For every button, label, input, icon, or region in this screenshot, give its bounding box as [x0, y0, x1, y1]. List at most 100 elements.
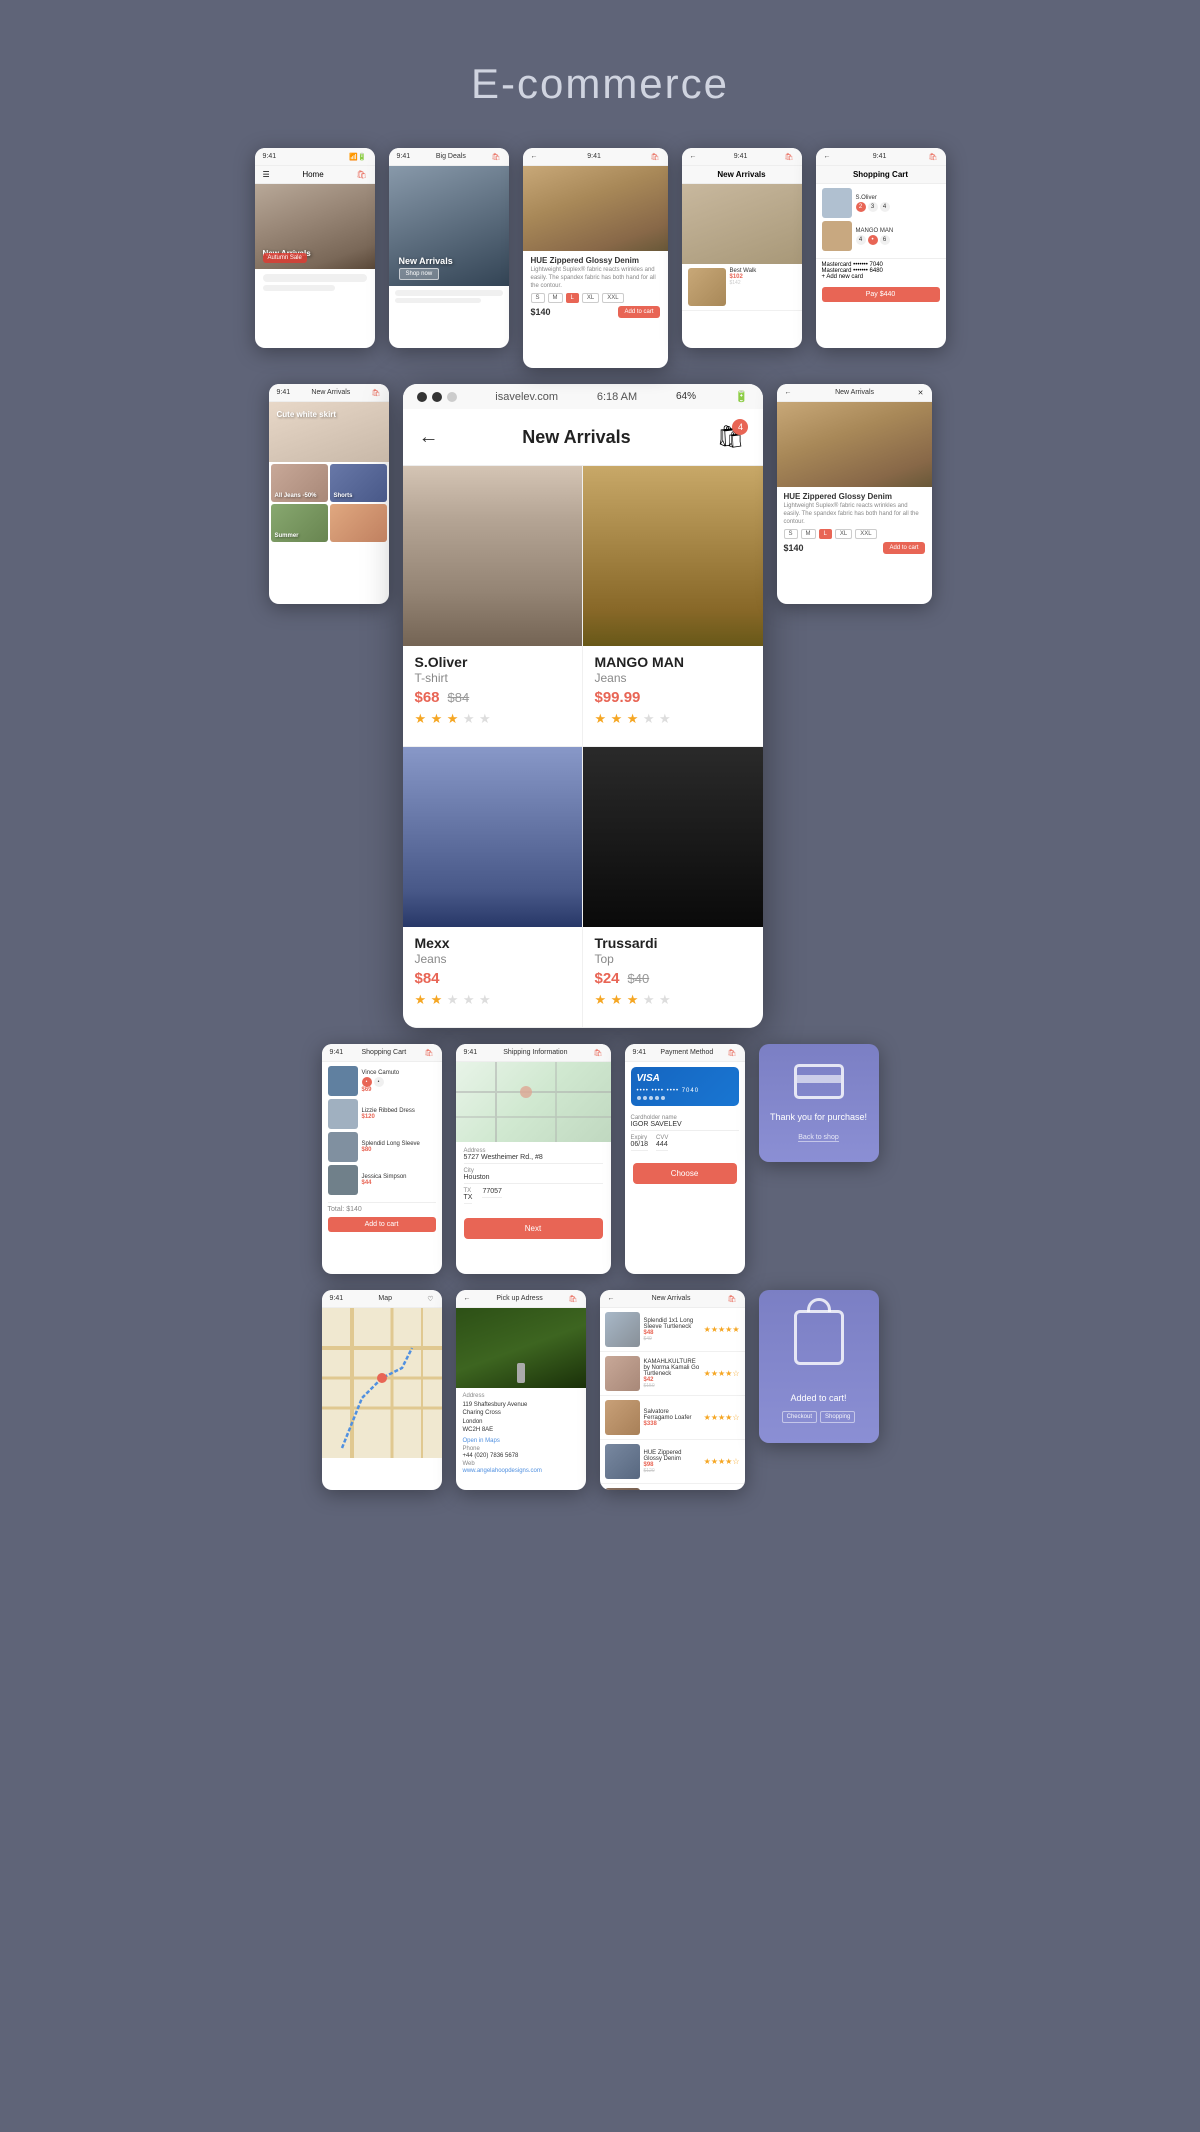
- star-4-4: ★: [643, 992, 655, 1007]
- zip-value[interactable]: 77057: [482, 1188, 501, 1198]
- category-grid: All Jeans -50% Shorts Summer: [269, 462, 389, 544]
- list-item-3[interactable]: Salvatore Ferragamo Loafer $338 ★★★★☆: [600, 1396, 745, 1440]
- bigdeals-content: [389, 286, 509, 307]
- back-4[interactable]: ←: [690, 153, 697, 160]
- cardholder-value[interactable]: IGOR SAVELEV: [631, 1121, 739, 1131]
- back-to-shop-btn[interactable]: Back to shop: [798, 1134, 838, 1142]
- cvv-value[interactable]: 444: [656, 1141, 668, 1151]
- qty-c2[interactable]: •: [374, 1077, 384, 1087]
- checkout-cart-btn[interactable]: Add to cart: [328, 1217, 436, 1232]
- product-cell-1[interactable]: S.Oliver T-shirt $68 $84 ★ ★ ★ ★ ★: [403, 466, 583, 747]
- next-btn[interactable]: Next: [464, 1218, 603, 1239]
- list-item-4[interactable]: HUE Zippered Glossy Denim $98 $120 ★★★★☆: [600, 1440, 745, 1484]
- back-7[interactable]: ←: [785, 389, 792, 396]
- map-heart-icon[interactable]: ♡: [427, 1295, 433, 1303]
- hue-add-cart-btn[interactable]: Add to cart: [883, 542, 924, 554]
- cart-icon-10[interactable]: 🛍: [728, 1049, 737, 1057]
- list-name-3: Salvatore Ferragamo Loafer: [644, 1409, 700, 1421]
- hue-size-s[interactable]: S: [784, 529, 798, 539]
- qty-circle-3[interactable]: 4: [880, 202, 890, 212]
- product-cell-4[interactable]: Trussardi Top $24 $40 ★ ★ ★ ★ ★: [583, 747, 763, 1028]
- size-xl[interactable]: XL: [582, 293, 599, 303]
- checkout-added-btn[interactable]: Checkout: [782, 1411, 817, 1423]
- cat-jeans[interactable]: All Jeans -50%: [271, 464, 328, 502]
- qty-row-l1: • •: [362, 1077, 400, 1087]
- list-item-2[interactable]: KAMAHLKULTURE by Norma Kamali Go Turtlen…: [600, 1352, 745, 1396]
- close-icon-7[interactable]: ✕: [918, 389, 924, 397]
- city-value[interactable]: Houston: [464, 1174, 603, 1184]
- total-value: $140: [346, 1206, 362, 1213]
- cat-other[interactable]: [330, 504, 387, 542]
- qty-row-1: 2 3 4: [856, 202, 890, 212]
- cat-summer[interactable]: Summer: [271, 504, 328, 542]
- cart-icon-5[interactable]: 🛍: [929, 153, 938, 161]
- qty-circle-2[interactable]: 3: [868, 202, 878, 212]
- back-5[interactable]: ←: [824, 153, 831, 160]
- product-best-walk[interactable]: Best Walk $102 $142: [682, 264, 802, 311]
- cart-item-1[interactable]: S.Oliver 2 3 4: [822, 188, 940, 218]
- page-title: E-commerce: [471, 60, 729, 108]
- hue-size-m[interactable]: M: [801, 529, 816, 539]
- cart-icon-4[interactable]: 🛍: [785, 153, 794, 161]
- cart-icon-12[interactable]: 🛍: [569, 1295, 578, 1303]
- back-arrow-large[interactable]: ←: [419, 426, 439, 449]
- cart-list-item-3[interactable]: Splendid Long Sleeve $80: [328, 1132, 436, 1162]
- hamburger-icon[interactable]: ☰: [263, 170, 270, 179]
- row-1: 9:41 📶🔋 ☰ Home 🛍 New Arrivals Autumn Sal…: [255, 148, 946, 368]
- qty-circle-6[interactable]: 6: [880, 235, 890, 245]
- pickup-web-value[interactable]: www.angelahoopdesigns.com: [463, 1468, 579, 1474]
- payment-form: Cardholder name IGOR SAVELEV Expiry 06/1…: [625, 1111, 745, 1159]
- cart-icon-8[interactable]: 🛍: [425, 1049, 434, 1057]
- back-13[interactable]: ←: [608, 1295, 615, 1302]
- visa-logo: VISA: [637, 1073, 733, 1084]
- cart-action-row: Checkout Shopping: [782, 1411, 856, 1423]
- hue-size-xl[interactable]: XL: [835, 529, 852, 539]
- cart-list-item-1[interactable]: Vince Camuto • • $69: [328, 1066, 436, 1096]
- cart-item-2[interactable]: MANGO MAN 4 • 6: [822, 221, 940, 251]
- address-value[interactable]: 5727 Westheimer Rd., #8: [464, 1154, 603, 1164]
- open-in-maps-btn[interactable]: Open in Maps: [463, 1438, 579, 1444]
- qty-circle-1[interactable]: 2: [856, 202, 866, 212]
- choose-btn[interactable]: Choose: [633, 1163, 737, 1184]
- size-xxl[interactable]: XXL: [602, 293, 623, 303]
- qty-circle-4[interactable]: 4: [856, 235, 866, 245]
- state-value[interactable]: TX: [464, 1194, 473, 1204]
- shopping-added-btn[interactable]: Shopping: [820, 1411, 855, 1423]
- shop-now-btn[interactable]: Shop now: [399, 268, 440, 280]
- size-s[interactable]: S: [531, 293, 545, 303]
- cart-list-img-1: [328, 1066, 358, 1096]
- star-1-1: ★: [415, 711, 427, 726]
- price-group-3: $84: [415, 970, 570, 987]
- back-12[interactable]: ←: [464, 1295, 471, 1302]
- qty-circle-5[interactable]: •: [868, 235, 878, 245]
- add-card-btn[interactable]: + Add new card: [822, 274, 940, 280]
- cart-icon-6[interactable]: 🛍: [372, 389, 381, 397]
- cart-list-item-2[interactable]: Lizzie Ribbed Dress $120: [328, 1099, 436, 1129]
- cat-shorts[interactable]: Shorts: [330, 464, 387, 502]
- add-to-cart-btn[interactable]: Add to cart: [618, 306, 659, 318]
- list-item-1[interactable]: Splendid 1x1 Long Sleeve Turtleneck $48 …: [600, 1308, 745, 1352]
- cart-icon[interactable]: 🛍: [356, 170, 366, 179]
- cart-icon-9[interactable]: 🛍: [594, 1049, 603, 1057]
- cart-icon-large[interactable]: 🛍 4: [714, 421, 746, 453]
- hue-size-l[interactable]: L: [819, 529, 832, 539]
- card-stripe: [797, 1075, 841, 1083]
- size-l[interactable]: L: [566, 293, 579, 303]
- product-cell-2[interactable]: MANGO MAN Jeans $99.99 ★ ★ ★ ★ ★: [583, 466, 763, 747]
- price-group-2: $99.99: [595, 689, 751, 706]
- status-bar-13: ← New Arrivals 🛍: [600, 1290, 745, 1308]
- qty-c1[interactable]: •: [362, 1077, 372, 1087]
- list-item-5[interactable]: Double D Ranchear Enchanted Mesa Vest $1…: [600, 1484, 745, 1490]
- size-m[interactable]: M: [548, 293, 563, 303]
- cart-icon-3[interactable]: 🛍: [651, 153, 660, 161]
- pay-button[interactable]: Pay $440: [822, 287, 940, 302]
- back-3[interactable]: ←: [531, 153, 538, 160]
- product-cell-3[interactable]: Mexx Jeans $84 ★ ★ ★ ★ ★: [403, 747, 583, 1028]
- cart-icon-2[interactable]: 🛍: [492, 153, 501, 161]
- cart-list-item-4[interactable]: Jessica Simpson $44: [328, 1165, 436, 1195]
- phone-big-deals: 9:41 Big Deals 🛍 New Arrivals Shop now: [389, 148, 509, 348]
- hue-product-desc: Lightweight Suplex® fabric reacts wrinkl…: [784, 503, 925, 526]
- hue-size-xxl[interactable]: XXL: [855, 529, 876, 539]
- expiry-value[interactable]: 06/18: [631, 1141, 649, 1151]
- cart-icon-13[interactable]: 🛍: [728, 1295, 737, 1303]
